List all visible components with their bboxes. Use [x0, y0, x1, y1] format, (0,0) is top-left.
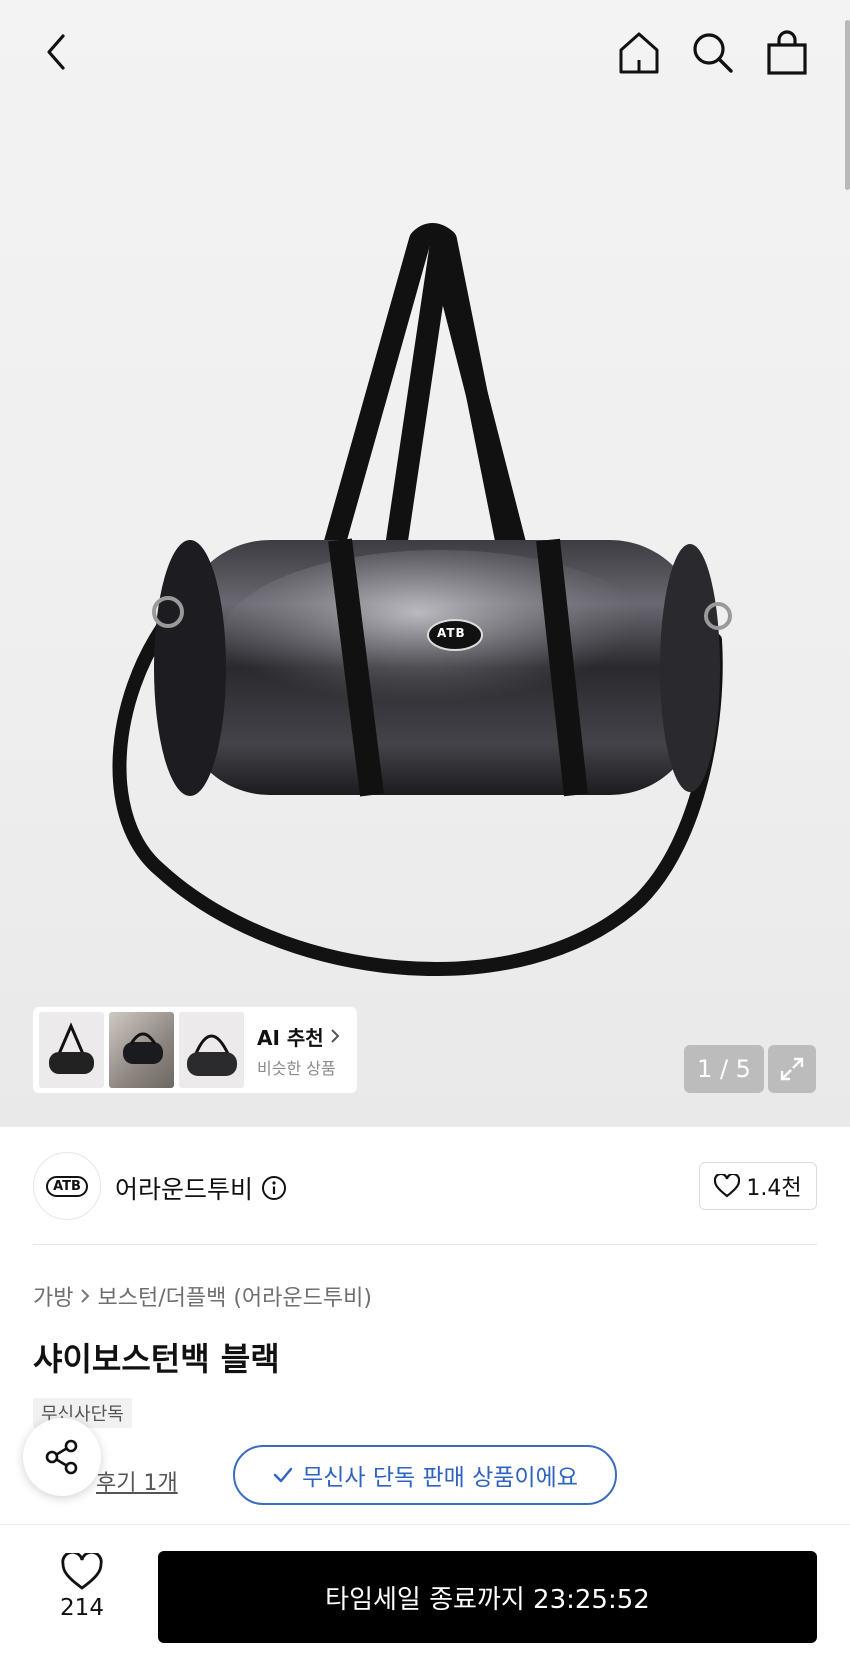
wishlist-button[interactable]: 214: [46, 1553, 118, 1621]
brand-row: ATB 어라운드투비 1.4천: [33, 1150, 817, 1222]
ai-card-title: AI 추천: [257, 1025, 324, 1050]
brand-logo[interactable]: ATB: [33, 1152, 101, 1220]
breadcrumb: 가방 보스턴/더플백 (어라운드투비): [33, 1280, 372, 1312]
bag-thumbnail-icon: [49, 1022, 94, 1074]
brand-like-count: 1.4천: [746, 1176, 802, 1201]
breadcrumb-item[interactable]: 가방: [33, 1280, 73, 1312]
product-bag-image: [112, 223, 732, 976]
bag-thumbnail-icon: [123, 1032, 163, 1064]
product-title: 샤이보스턴백 블랙: [33, 1340, 280, 1378]
exclusive-info-label: 무신사 단독 판매 상품이에요: [302, 1465, 578, 1491]
review-link[interactable]: 후기 1개: [96, 1465, 178, 1497]
bag-thumbnail-icon: [187, 1034, 237, 1076]
ai-card-subtitle: 비슷한 상품: [257, 1058, 336, 1078]
heart-icon: [61, 1553, 103, 1590]
buy-button[interactable]: 타임세일 종료까지 23:25:52: [158, 1551, 817, 1643]
brand-logo-text: ATB: [46, 1175, 88, 1197]
bag-logo-text: ATB: [437, 626, 466, 640]
brand-like-button[interactable]: 1.4천: [699, 1162, 817, 1210]
product-image-gallery[interactable]: ATB AI 추천 비슷한 상품 1 / 5: [0, 0, 850, 1127]
breadcrumb-item[interactable]: 보스턴/더플백 (어라운드투비): [97, 1280, 371, 1312]
share-icon: [45, 1439, 78, 1475]
info-icon[interactable]: [261, 1175, 287, 1201]
expand-button[interactable]: [768, 1045, 816, 1093]
share-button[interactable]: [23, 1418, 101, 1496]
divider: [33, 1244, 817, 1245]
chevron-right-icon: [81, 1289, 90, 1303]
wishlist-count: 214: [60, 1595, 104, 1621]
expand-icon: [780, 1057, 804, 1081]
exclusive-info-button[interactable]: 무신사 단독 판매 상품이에요: [233, 1445, 617, 1505]
brand-name[interactable]: 어라운드투비: [115, 1170, 253, 1206]
image-pager: 1 / 5: [684, 1045, 764, 1093]
chevron-right-icon: [330, 1029, 340, 1043]
check-icon: [273, 1467, 293, 1483]
ai-thumb-2[interactable]: [109, 1012, 174, 1088]
bottom-action-bar: 214 타임세일 종료까지 23:25:52: [0, 1524, 850, 1668]
ai-recommend-card[interactable]: AI 추천 비슷한 상품: [33, 1007, 357, 1093]
ai-thumb-1[interactable]: [39, 1012, 104, 1088]
heart-icon: [714, 1174, 741, 1198]
ai-thumb-3[interactable]: [179, 1012, 244, 1088]
